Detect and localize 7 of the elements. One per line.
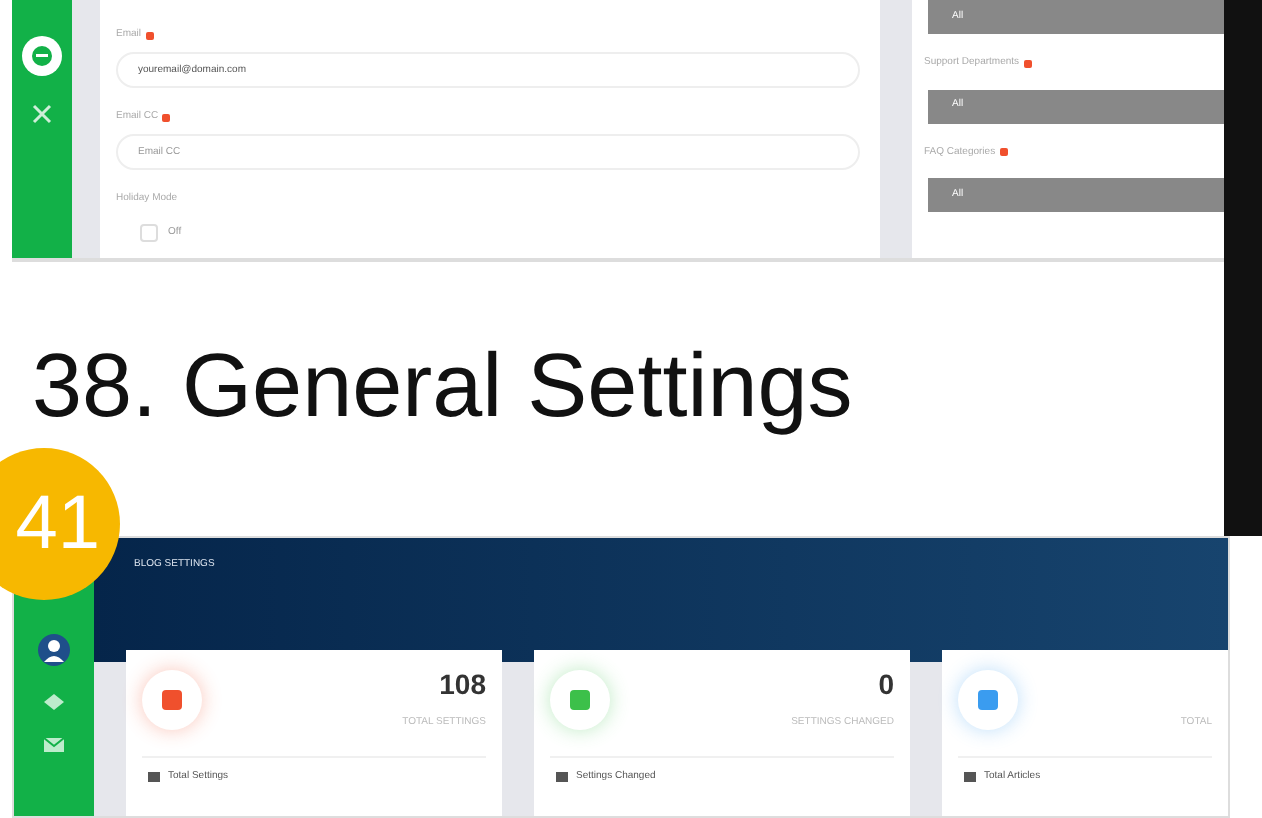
user-icon: [38, 634, 70, 666]
stat-value: 0: [876, 670, 894, 701]
stat-value: 108: [437, 670, 486, 701]
checkbox[interactable]: [140, 224, 158, 242]
envelope-icon: [44, 738, 64, 752]
section-heading: 38. General Settings: [30, 332, 855, 440]
number-badge: 41: [0, 448, 120, 600]
